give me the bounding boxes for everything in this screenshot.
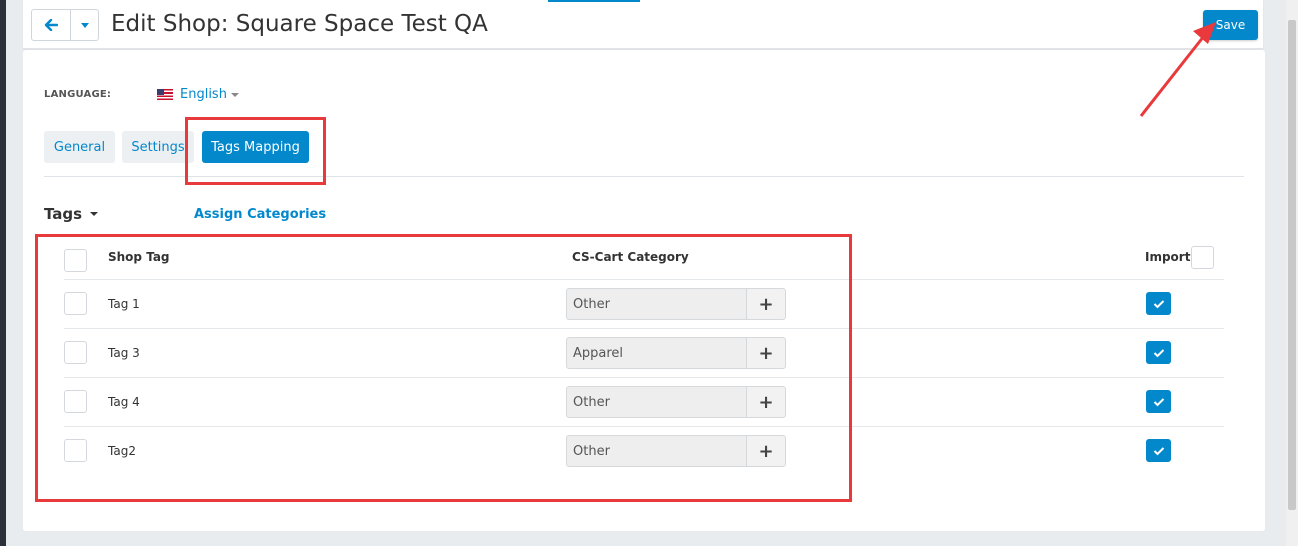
- page-header: Edit Shop: Square Space Test QA Save: [23, 0, 1263, 49]
- add-category-button[interactable]: +: [746, 386, 786, 418]
- caret-down-icon: [230, 92, 239, 97]
- save-button[interactable]: Save: [1203, 10, 1258, 40]
- import-checkbox[interactable]: [1146, 439, 1171, 462]
- page-scrollbar[interactable]: [1286, 0, 1298, 546]
- category-field[interactable]: Other: [566, 386, 746, 418]
- row-select-checkbox[interactable]: [64, 292, 87, 315]
- select-all-checkbox[interactable]: [64, 249, 87, 272]
- checkmark-icon: [1153, 397, 1164, 406]
- tab-tags-mapping[interactable]: Tags Mapping: [202, 131, 309, 163]
- language-value: English: [180, 87, 227, 102]
- shop-tag-name: Tag 4: [108, 395, 140, 409]
- add-category-button[interactable]: +: [746, 435, 786, 467]
- checkmark-icon: [1153, 348, 1164, 357]
- plus-icon: +: [758, 440, 774, 462]
- plus-icon: +: [758, 342, 774, 364]
- shop-tag-name: Tag 1: [108, 297, 140, 311]
- language-label: LANGUAGE:: [44, 89, 112, 100]
- back-nav-group: [31, 9, 99, 41]
- import-checkbox[interactable]: [1146, 390, 1171, 413]
- category-field[interactable]: Other: [566, 435, 746, 467]
- checkmark-icon: [1153, 299, 1164, 308]
- category-field[interactable]: Apparel: [566, 337, 746, 369]
- assign-categories-link[interactable]: Assign Categories: [194, 207, 326, 222]
- tags-section-title: Tags: [44, 205, 83, 223]
- caret-down-icon: [90, 212, 99, 216]
- checkmark-icon: [1153, 446, 1164, 455]
- column-header-shop-tag: Shop Tag: [108, 250, 170, 264]
- page-title: Edit Shop: Square Space Test QA: [111, 11, 488, 37]
- scrollbar-thumb[interactable]: [1288, 20, 1296, 510]
- category-picker: Other +: [566, 288, 786, 320]
- category-picker: Apparel +: [566, 337, 786, 369]
- add-category-button[interactable]: +: [746, 288, 786, 320]
- row-select-checkbox[interactable]: [64, 439, 87, 462]
- plus-icon: +: [758, 293, 774, 315]
- row-select-checkbox[interactable]: [64, 341, 87, 364]
- tabs-divider: [44, 176, 1244, 177]
- import-all-checkbox[interactable]: [1191, 246, 1214, 269]
- caret-down-icon: [80, 22, 89, 28]
- back-button[interactable]: [32, 10, 71, 40]
- row-divider: [64, 328, 1224, 329]
- shop-tag-name: Tag2: [108, 444, 136, 458]
- tab-settings[interactable]: Settings: [122, 131, 194, 163]
- arrow-left-icon: [44, 19, 58, 31]
- add-category-button[interactable]: +: [746, 337, 786, 369]
- column-header-category: CS-Cart Category: [572, 250, 689, 264]
- column-header-import: Import: [1145, 250, 1191, 264]
- row-select-checkbox[interactable]: [64, 390, 87, 413]
- active-menu-indicator: [548, 0, 640, 2]
- row-divider: [64, 426, 1224, 427]
- tab-general[interactable]: General: [44, 131, 115, 163]
- us-flag-icon: [157, 89, 173, 100]
- import-checkbox[interactable]: [1146, 341, 1171, 364]
- category-field[interactable]: Other: [566, 288, 746, 320]
- row-divider: [64, 377, 1224, 378]
- import-checkbox[interactable]: [1146, 292, 1171, 315]
- row-divider: [64, 279, 1224, 280]
- back-dropdown-button[interactable]: [71, 10, 98, 40]
- category-picker: Other +: [566, 435, 786, 467]
- left-sidebar-edge: [0, 0, 6, 546]
- tags-section-toggle[interactable]: Tags: [44, 205, 99, 223]
- shop-tag-name: Tag 3: [108, 346, 140, 360]
- language-selector[interactable]: English: [157, 87, 239, 102]
- category-picker: Other +: [566, 386, 786, 418]
- plus-icon: +: [758, 391, 774, 413]
